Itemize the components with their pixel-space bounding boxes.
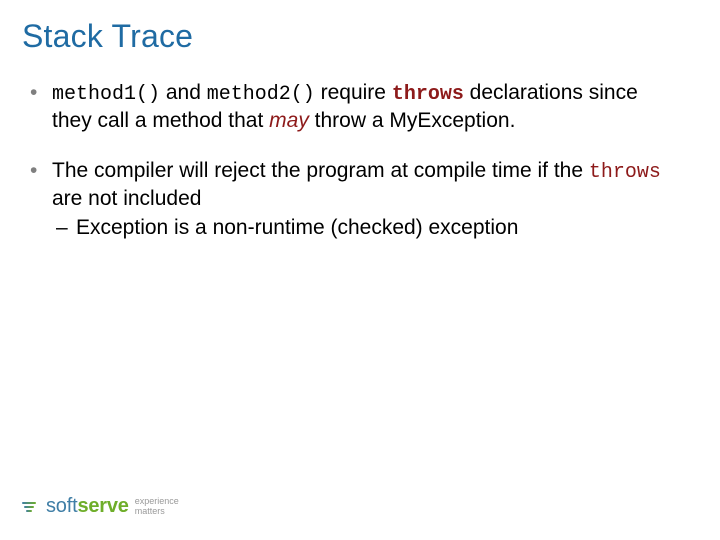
- bullet-list: method1() and method2() require throws d…: [26, 80, 680, 242]
- list-item: The compiler will reject the program at …: [26, 158, 680, 241]
- slide: Stack Trace method1() and method2() requ…: [0, 0, 720, 540]
- brand-footer: softserve experience matters: [22, 495, 179, 518]
- brand-word-serve: serve: [77, 495, 128, 517]
- slide-title: Stack Trace: [22, 18, 193, 55]
- sub-list-item: Exception is a non-runtime (checked) exc…: [52, 215, 680, 242]
- brand-logo: softserve: [46, 495, 129, 518]
- brand-lines-icon: [22, 502, 36, 512]
- brand-tagline: experience matters: [135, 497, 179, 516]
- slide-body: method1() and method2() require throws d…: [26, 80, 680, 266]
- sub-bullet-list: Exception is a non-runtime (checked) exc…: [52, 215, 680, 242]
- brand-word-soft: soft: [46, 495, 77, 517]
- list-item: method1() and method2() require throws d…: [26, 80, 680, 134]
